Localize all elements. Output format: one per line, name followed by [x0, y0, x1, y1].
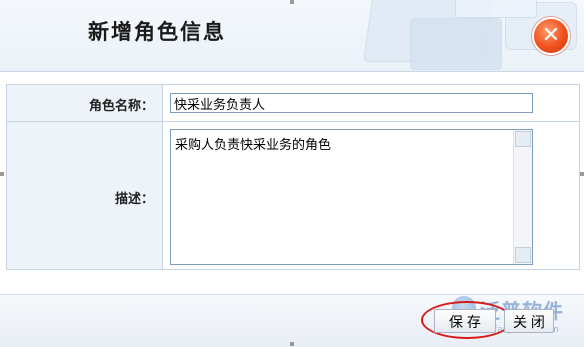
scroll-up-button[interactable] [515, 131, 531, 147]
description-label: 描述： [114, 192, 154, 207]
role-name-label-cell: 角色名称： [7, 85, 163, 121]
role-form: 角色名称： 描述： 采购人负责快采业务的角色 [6, 84, 580, 270]
description-label-cell: 描述： [7, 122, 163, 269]
role-name-label: 角色名称： [88, 99, 154, 114]
description-scrollbar[interactable] [513, 130, 532, 264]
header-decoration [455, 0, 537, 18]
description-box: 采购人负责快采业务的角色 [170, 129, 533, 265]
header-divider [0, 71, 584, 72]
save-button[interactable]: 保 存 [434, 309, 496, 333]
dialog-footer: 泛普软件 www.fanpusoft.com 保 存 关 闭 [0, 294, 584, 347]
edge-handle [0, 172, 4, 176]
close-button[interactable]: 关 闭 [504, 309, 554, 333]
edge-handle [290, 342, 294, 346]
edge-handle [290, 0, 294, 4]
scroll-down-button[interactable] [515, 247, 531, 263]
close-x-icon[interactable]: ✕ [532, 17, 570, 55]
role-name-input[interactable] [170, 93, 533, 113]
edge-handle [580, 172, 584, 176]
description-row: 描述： 采购人负责快采业务的角色 [7, 122, 579, 269]
header-decoration [410, 18, 502, 70]
dialog-header: 新增角色信息 ✕ [0, 0, 584, 72]
description-textarea[interactable]: 采购人负责快采业务的角色 [175, 134, 510, 260]
role-name-row: 角色名称： [7, 85, 579, 122]
dialog-title: 新增角色信息 [88, 19, 226, 44]
